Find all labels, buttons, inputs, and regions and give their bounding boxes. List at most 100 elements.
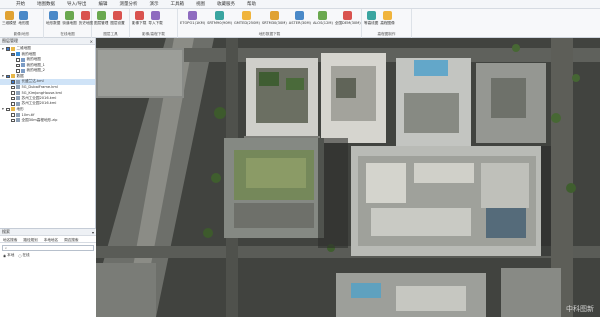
search-icon: ⌕ (5, 246, 8, 250)
ribbon-button[interactable]: ASTER(30M) (289, 11, 311, 25)
search-input[interactable]: ⌕ (2, 245, 94, 251)
file-icon (15, 79, 20, 84)
ribbon-button[interactable]: 全国DEM(30M) (335, 11, 361, 26)
layer-checkbox[interactable] (11, 85, 15, 89)
ribbon-button[interactable]: 地形数据 (46, 11, 60, 26)
layer-tree: ▾ 二维地图 我的地图 我的地图 我的地图_1 我的地图_2 ▾ 数据 长盛兰达.kml 5G_D… (0, 45, 95, 123)
layer-checkbox[interactable] (11, 96, 15, 100)
layer-checkbox[interactable] (11, 118, 15, 122)
layer-tree-label: 全国30m高程地形.zip (21, 117, 58, 122)
search-tab[interactable]: 路径规划 (20, 236, 40, 242)
ribbon-button[interactable]: SRTM30(30M) (262, 11, 287, 25)
layer-tree-label: 5G_KimJongHouse.kml (21, 90, 63, 95)
ribbon-group: 等高线图 高程图像高程图制作 (362, 9, 412, 38)
search-tab[interactable]: 本地地名 (41, 236, 61, 242)
layer-icon (20, 68, 25, 73)
tool-icon (242, 11, 252, 20)
ribbon-button[interactable]: 等高线图 (364, 11, 378, 26)
menu-item[interactable]: 开始 (0, 1, 31, 7)
ribbon-group-title: 影像/高程下载 (142, 32, 165, 36)
menu-item[interactable]: 测量分析 (114, 1, 144, 7)
layer-checkbox[interactable] (11, 80, 15, 84)
expand-arrow-icon[interactable]: ▾ (2, 107, 5, 111)
tool-icon (81, 11, 91, 20)
layer-checkbox[interactable] (16, 69, 20, 73)
ribbon-button-label: 影像下载 (132, 21, 147, 25)
expand-arrow-icon[interactable]: ▾ (2, 47, 5, 51)
ribbon-button[interactable]: ETOPO1(1KM) (180, 11, 205, 25)
search-panel: 搜索 ▾ 地名搜索 路径规划 本地地名 周边搜索 ⌕ ◉ 本地 ○ 在线 (0, 228, 96, 317)
layer-checkbox[interactable] (11, 91, 15, 95)
menu-item[interactable]: 收藏服务 (211, 1, 241, 7)
ribbon-group: 图层管理 图层设置图层工具 (92, 9, 130, 38)
radio-icon[interactable]: ◉ (3, 254, 6, 258)
ribbon-buttons: 影像下载 导入下载 (132, 11, 175, 29)
tool-icon (19, 11, 29, 20)
file-icon (15, 101, 20, 106)
layer-checkbox[interactable] (11, 102, 15, 106)
ribbon-button[interactable]: SRTM90(90M) (207, 11, 232, 25)
layer-checkbox[interactable] (11, 113, 15, 117)
ribbon-button[interactable]: GMTED(250M) (234, 11, 260, 25)
ribbon-button[interactable]: 三维模型 (2, 11, 16, 26)
menu-item[interactable]: 工具箱 (165, 1, 191, 7)
ribbon-button-label: 图层设置 (110, 21, 125, 25)
tool-icon (151, 11, 161, 20)
layer-checkbox[interactable] (6, 107, 10, 111)
ribbon-button-label: 导入下载 (148, 21, 163, 25)
layer-tree-label: 苏州工业园2016.kml (21, 101, 57, 106)
layers-panel-header: 图层管理 × (0, 38, 95, 45)
ribbon-button[interactable]: 图层设置 (110, 11, 125, 26)
menu-bar: 开始 地图数据 导入/导出 编辑 测量分析 演示 工具箱 视图 收藏服务 帮助 (0, 0, 600, 9)
ribbon-button-label: ETOPO1(1KM) (180, 21, 206, 25)
ribbon-button[interactable]: 影像下载 (132, 11, 146, 26)
menu-item[interactable]: 导入/导出 (61, 1, 93, 7)
menu-item[interactable]: 演示 (144, 1, 165, 7)
panel-close-icon[interactable]: × (90, 39, 93, 44)
tool-icon (318, 11, 328, 20)
ribbon-buttons: 地形数据 街道地图 历史地图 (46, 11, 93, 29)
ribbon-buttons: 三维模型 地形图 (2, 11, 41, 29)
map-view[interactable]: 中科图新 (96, 38, 600, 317)
ribbon-button[interactable]: 导入下载 (148, 11, 163, 26)
expand-arrow-icon[interactable]: ▾ (2, 74, 5, 78)
layer-checkbox[interactable] (16, 63, 20, 67)
ribbon-button[interactable]: ALOS(12M) (313, 11, 333, 25)
file-icon (15, 85, 20, 90)
ribbon-button[interactable]: 历史地图 (79, 11, 93, 26)
panel-pin-icon[interactable]: ▾ (92, 230, 94, 235)
layer-tree-label: 二维地图 (16, 46, 31, 51)
layer-tree-label: 我的地图 (26, 57, 41, 62)
menu-item[interactable]: 帮助 (241, 1, 262, 7)
layer-checkbox[interactable] (11, 52, 15, 56)
ribbon-button-label: 街道地图 (62, 21, 77, 25)
ribbon-button-label: SRTM90(90M) (207, 21, 232, 25)
layer-tree-item[interactable]: 全国30m高程地形.zip (0, 118, 95, 124)
radio-icon[interactable]: ○ (18, 254, 21, 258)
menu-item[interactable]: 地图数据 (31, 1, 61, 7)
menu-item[interactable]: 编辑 (93, 1, 114, 7)
layer-checkbox[interactable] (6, 47, 10, 51)
tool-icon (134, 11, 144, 20)
search-tab[interactable]: 周边搜索 (61, 236, 81, 242)
tool-icon (65, 11, 75, 20)
ribbon-button-label: 地形图 (18, 21, 30, 25)
ribbon-group-title: 图层工具 (103, 32, 118, 36)
file-icon (15, 96, 20, 101)
search-tabs: 地名搜索 路径规划 本地地名 周边搜索 (0, 236, 96, 243)
ribbon-button-label: 历史地图 (78, 21, 94, 25)
layer-tree-label: 苏州工业园2016.kml (21, 95, 57, 100)
search-option-label: 在线 (22, 253, 30, 257)
ribbon-button[interactable]: 街道地图 (62, 11, 77, 26)
folder-icon (10, 107, 15, 112)
layer-checkbox[interactable] (16, 58, 20, 62)
layer-checkbox[interactable] (6, 74, 10, 78)
menu-item[interactable]: 视图 (190, 1, 211, 7)
ribbon-group-title: 高程图制作 (377, 32, 396, 36)
ribbon-button[interactable]: 图层管理 (94, 11, 108, 26)
ribbon-button[interactable]: 高程图像 (380, 11, 395, 26)
layer-tree-label: 我的地图_1 (26, 62, 45, 67)
ribbon-button[interactable]: 地形图 (18, 11, 29, 26)
ribbon-group: 影像下载 导入下载影像/高程下载 (130, 9, 178, 38)
search-tab[interactable]: 地名搜索 (0, 236, 20, 242)
